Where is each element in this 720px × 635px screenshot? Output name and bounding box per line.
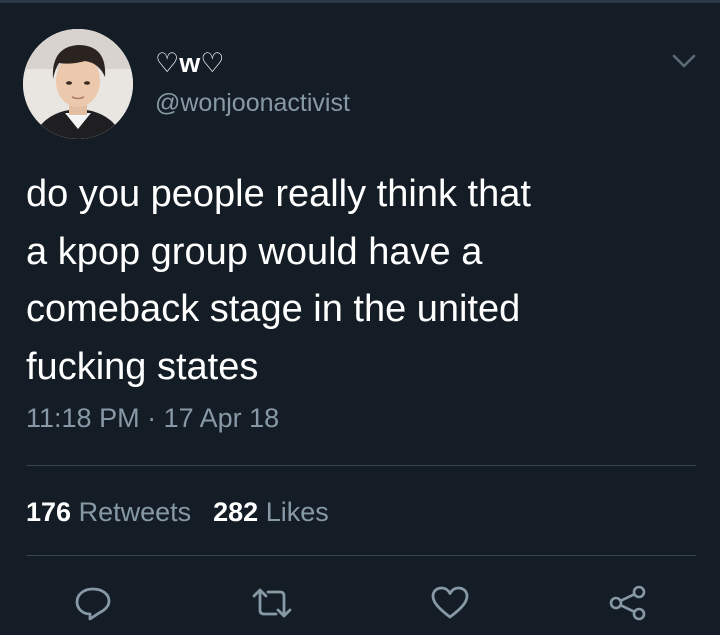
chevron-down-icon[interactable] xyxy=(668,48,700,74)
handle[interactable]: @wonjoonactivist xyxy=(155,88,350,118)
likes-label: Likes xyxy=(265,497,329,527)
tweet-text-line: fucking states xyxy=(26,345,259,388)
avatar-photo xyxy=(23,29,133,139)
tweet-timestamp: 11:18 PM · 17 Apr 18 xyxy=(26,400,279,436)
share-icon[interactable] xyxy=(606,583,650,623)
meta-separator: · xyxy=(147,403,157,433)
tweet-text-line: comeback stage in the united xyxy=(26,288,521,330)
display-name[interactable]: ♡w♡ xyxy=(155,48,224,78)
tweet-text-line: a kpop group would have a xyxy=(26,230,483,273)
tweet-text-line: do you people really think that xyxy=(26,173,531,215)
likes-stat[interactable]: 282 Likes xyxy=(213,497,329,527)
retweet-icon[interactable] xyxy=(250,583,294,623)
engagement-stats: 176 Retweets 282 Likes xyxy=(26,494,329,530)
reply-icon[interactable] xyxy=(71,583,115,623)
retweets-label: Retweets xyxy=(78,497,192,527)
avatar[interactable] xyxy=(23,29,133,139)
tweet-time: 11:18 PM xyxy=(26,403,140,433)
heart-icon[interactable] xyxy=(428,583,472,623)
top-divider xyxy=(0,0,720,3)
tweet-date: 17 Apr 18 xyxy=(163,403,280,433)
divider xyxy=(26,555,696,556)
retweets-stat[interactable]: 176 Retweets xyxy=(26,497,191,527)
divider xyxy=(26,465,696,466)
likes-count: 282 xyxy=(213,497,259,527)
retweets-count: 176 xyxy=(26,497,72,527)
tweet-text: do you people really think that a kpop g… xyxy=(26,166,696,396)
